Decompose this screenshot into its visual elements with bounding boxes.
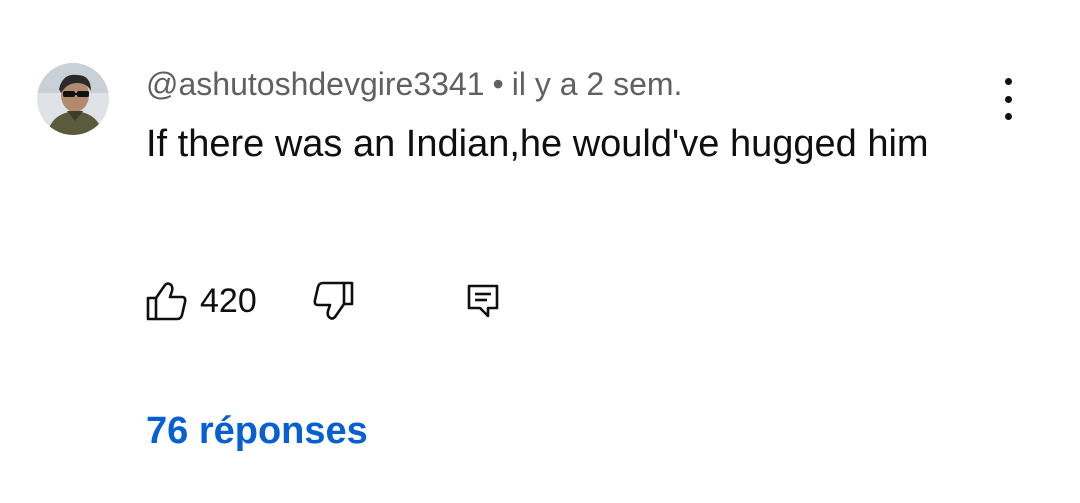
comment-thread: @ashutoshdevgire3341 • il y a 2 sem. If th…: [0, 0, 1080, 503]
comment-header: @ashutoshdevgire3341 • il y a 2 sem.: [146, 64, 682, 104]
more-vert-icon-dot: [1004, 113, 1012, 120]
view-replies-link[interactable]: 76 réponses: [146, 408, 368, 454]
like-count: 420: [200, 281, 257, 320]
meta-separator: •: [492, 66, 504, 102]
comment-action-bar: 420: [146, 278, 546, 324]
thumb-down-icon: [313, 281, 354, 320]
more-actions-button[interactable]: [990, 78, 1026, 120]
thumb-up-icon: [146, 282, 187, 321]
avatar-photo: [37, 63, 109, 135]
like-button[interactable]: 420: [146, 278, 257, 324]
author-name[interactable]: @ashutoshdevgire3341: [146, 66, 485, 102]
dislike-button[interactable]: [312, 278, 354, 324]
reply-comment-icon: [467, 284, 499, 318]
avatar[interactable]: [37, 63, 109, 135]
comment-time: il y a 2 sem.: [511, 66, 683, 102]
more-vert-icon: [1004, 78, 1012, 85]
reply-button[interactable]: [466, 278, 500, 324]
more-vert-icon-dot: [1004, 95, 1012, 103]
comment-text: If there was an Indian,he would've hugge…: [146, 123, 929, 165]
